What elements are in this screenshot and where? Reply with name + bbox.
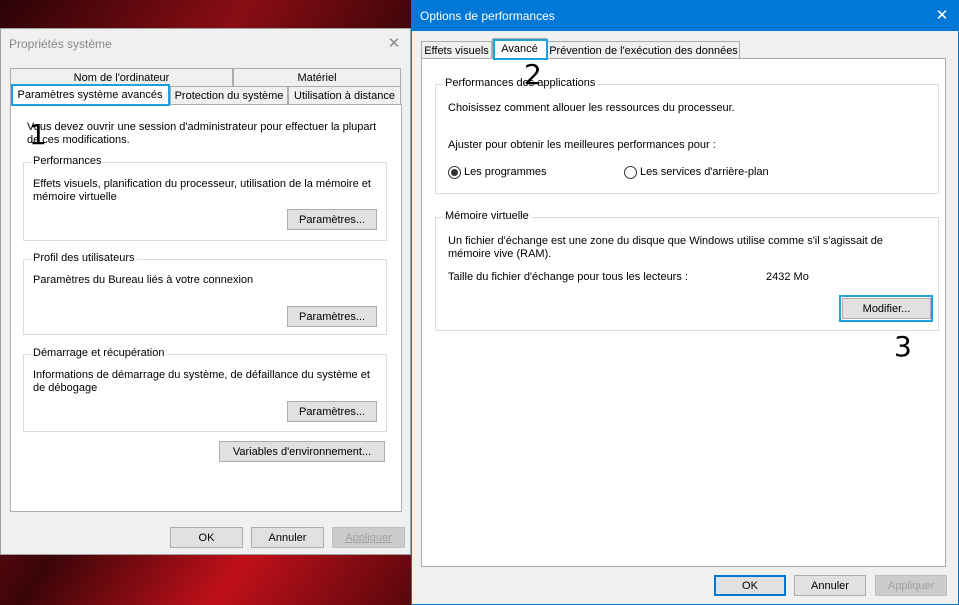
background-services-radio-label[interactable]: Les services d'arrière-plan — [640, 166, 769, 179]
close-icon[interactable]: ✕ — [932, 5, 952, 25]
user-profiles-label: Profil des utilisateurs — [31, 252, 137, 264]
tab-advanced[interactable]: Avancé — [492, 38, 547, 59]
annotation-3: 3 — [894, 330, 912, 363]
virtual-memory-desc: Un fichier d'échange est une zone du dis… — [448, 235, 883, 260]
tab-visual-effects[interactable]: Effets visuels — [421, 41, 492, 59]
app-performance-group: Performances des applications Choisissez… — [435, 77, 939, 194]
performances-group: Performances Effets visuels, planificati… — [23, 155, 387, 241]
advanced-panel: Performances des applications Choisissez… — [421, 58, 946, 567]
performance-options-title: Options de performances — [420, 9, 555, 23]
user-profiles-desc: Paramètres du Bureau liés à votre connex… — [33, 274, 254, 286]
startup-recovery-group: Démarrage et récupération Informations d… — [23, 347, 387, 432]
virtual-memory-group: Mémoire virtuelle Un fichier d'échange e… — [435, 210, 939, 331]
apply-button[interactable]: Appliquer — [875, 575, 947, 596]
ok-button[interactable]: OK — [170, 527, 243, 548]
tab-data-execution-prevention[interactable]: Prévention de l'exécution des données — [547, 41, 740, 59]
environment-variables-button[interactable]: Variables d'environnement... — [219, 441, 385, 462]
modify-button[interactable]: Modifier... — [842, 298, 931, 319]
virtual-memory-label: Mémoire virtuelle — [443, 210, 531, 222]
startup-recovery-desc: Informations de démarrage du système, de… — [33, 369, 370, 394]
annotation-1: 1 — [29, 118, 47, 151]
paging-file-size-value: 2432 Mo — [766, 271, 809, 283]
tab-remote[interactable]: Utilisation à distance — [288, 86, 401, 104]
programs-radio[interactable] — [448, 166, 461, 179]
performances-desc: Effets visuels, planification du process… — [33, 178, 371, 203]
startup-recovery-label: Démarrage et récupération — [31, 347, 167, 359]
tab-system-protection[interactable]: Protection du système — [170, 86, 288, 104]
user-profiles-group: Profil des utilisateurs Paramètres du Bu… — [23, 252, 387, 335]
cancel-button[interactable]: Annuler — [251, 527, 324, 548]
performance-settings-button[interactable]: Paramètres... — [287, 209, 377, 230]
system-properties-title: Propriétés système — [9, 37, 112, 51]
admin-note: Vous devez ouvrir une session d'administ… — [27, 121, 377, 146]
performances-label: Performances — [31, 155, 104, 167]
ok-button[interactable]: OK — [714, 575, 786, 596]
advanced-tab-panel: Vous devez ouvrir une session d'administ… — [10, 104, 402, 512]
tab-advanced-system-settings[interactable]: Paramètres système avancés — [10, 84, 170, 105]
user-profiles-settings-button[interactable]: Paramètres... — [287, 306, 377, 327]
tab-hardware[interactable]: Matériel — [233, 68, 401, 86]
app-performance-desc: Choisissez comment allouer les ressource… — [448, 102, 735, 114]
startup-recovery-settings-button[interactable]: Paramètres... — [287, 401, 377, 422]
adjust-for-label: Ajuster pour obtenir les meilleures perf… — [448, 139, 716, 151]
performance-options-window: Options de performances ✕ Effets visuels… — [411, 0, 959, 605]
programs-radio-label[interactable]: Les programmes — [464, 166, 547, 179]
cancel-button[interactable]: Annuler — [794, 575, 866, 596]
annotation-2: 2 — [524, 58, 542, 91]
close-icon[interactable]: ✕ — [384, 33, 404, 53]
paging-file-size-label: Taille du fichier d'échange pour tous le… — [448, 271, 688, 283]
background-services-radio[interactable] — [624, 166, 637, 179]
app-performance-label: Performances des applications — [443, 77, 598, 89]
system-properties-titlebar[interactable]: Propriétés système — [1, 29, 410, 59]
apply-button[interactable]: Appliquer — [332, 527, 405, 548]
system-properties-window: Propriétés système ✕ Nom de l'ordinateur… — [0, 28, 411, 555]
performance-options-titlebar[interactable]: Options de performances — [412, 1, 958, 31]
